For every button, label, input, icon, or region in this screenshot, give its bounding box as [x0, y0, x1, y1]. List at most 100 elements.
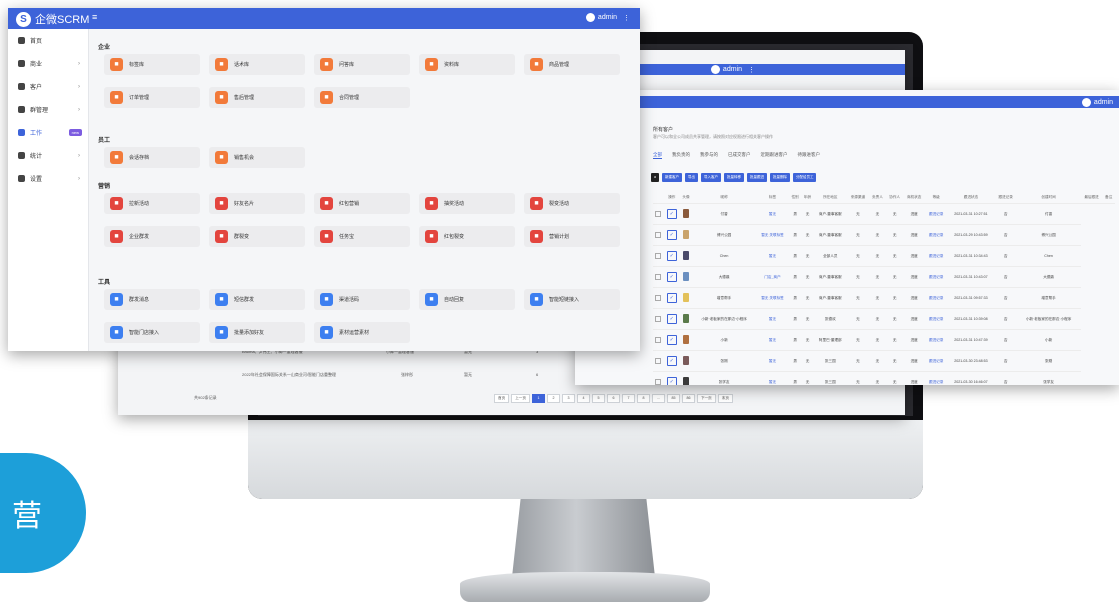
tab-1[interactable]: 我负责的 [672, 152, 690, 159]
feature-card[interactable]: ■ 短信群发 [209, 289, 305, 310]
tab-5[interactable]: 待跟进客户 [798, 152, 821, 159]
checkbox[interactable] [655, 294, 662, 301]
feature-card[interactable]: ■ 商品管理 [524, 54, 620, 75]
menu-toggle-icon[interactable]: ≡ [92, 12, 97, 22]
checkbox[interactable] [655, 315, 662, 322]
feature-card[interactable]: ■ 裂变活动 [524, 193, 620, 214]
edit-icon[interactable]: ✓ [666, 209, 677, 219]
row-action[interactable]: ✓ [663, 224, 680, 246]
customer-admin-menu[interactable]: admin [1081, 98, 1113, 107]
page-button[interactable]: 8 [636, 394, 650, 403]
more-icon[interactable]: ⋮ [748, 66, 755, 74]
row-checkbox[interactable] [653, 350, 664, 372]
feature-card[interactable]: ■ 渠道活码 [314, 289, 410, 310]
row-action[interactable]: ✓ [663, 350, 680, 372]
table-cell[interactable]: 暂无 [756, 350, 789, 372]
sidebar-item[interactable]: 商业 › [8, 52, 88, 75]
edit-icon[interactable]: ✓ [666, 314, 677, 324]
page-button[interactable]: 86 [681, 394, 695, 403]
feature-card[interactable]: ■ 企业群发 [104, 226, 200, 247]
row-action[interactable]: ✓ [663, 329, 680, 351]
tab-4[interactable]: 近期跟进客户 [761, 152, 788, 159]
feature-card[interactable]: ■ 话术库 [209, 54, 305, 75]
edit-icon[interactable]: ✓ [666, 377, 677, 385]
row-checkbox[interactable] [653, 203, 664, 225]
table-row[interactable]: ✓ 大德鼎 门店_商户男无商户-董事客服无无无进度 跟进记录 2021-03-31 10… [653, 266, 1115, 288]
table-cell[interactable]: 暂无 关联标签 [756, 287, 789, 309]
feature-card[interactable]: ■ 批量添加好友 [209, 322, 305, 343]
page-button[interactable]: 5 [591, 394, 605, 403]
edit-icon[interactable]: ✓ [666, 335, 677, 345]
table-cell[interactable]: 跟进记录 [925, 350, 948, 372]
more-icon[interactable]: ⋮ [623, 14, 630, 22]
feature-card[interactable]: ■ 问答库 [314, 54, 410, 75]
table-cell[interactable]: 跟进记录 [925, 371, 948, 385]
sidebar-item[interactable]: 群管理 › [8, 98, 88, 121]
back-admin-menu[interactable]: admin ⋮ [710, 65, 755, 74]
app-logo[interactable]: S 企微SCRM [16, 11, 89, 27]
feature-card[interactable]: ■ 售后管理 [209, 87, 305, 108]
table-row[interactable]: ✓ 付香 暂无男无商户-董事客服无无无进度 跟进记录 2021-03-31 10:27:… [653, 203, 1115, 225]
toolbar-button[interactable]: 批量删除 [769, 173, 790, 182]
page-button[interactable]: 7 [621, 394, 635, 403]
feature-card[interactable]: ■ 红包裂变 [419, 226, 515, 247]
table-row[interactable]: ✓ 张学友 暂无男无张三园无无无进度 跟进记录 2021-03-30 16:46:07 否… [653, 371, 1115, 385]
feature-card[interactable]: ■ 智能门店接入 [104, 322, 200, 343]
table-row[interactable]: ✓ 博兴公园 暂无 关联标签男无商户-董事客服无无无进度 跟进记录 2021-03-29… [653, 224, 1115, 246]
row-action[interactable]: ✓ [663, 371, 680, 385]
list-item-status[interactable]: 暂无 [464, 372, 472, 378]
toolbar-button[interactable]: 批量转移 [723, 173, 744, 182]
feature-card[interactable]: ■ 抽奖活动 [419, 193, 515, 214]
page-button[interactable]: 3 [561, 394, 575, 403]
toolbar-button[interactable]: 分配给员工 [792, 173, 817, 182]
sidebar-item[interactable]: 设置 › [8, 167, 88, 190]
feature-card[interactable]: ■ 群裂变 [209, 226, 305, 247]
checkbox[interactable] [655, 210, 662, 217]
table-cell[interactable]: 跟进记录 [925, 224, 948, 246]
checkbox[interactable] [655, 273, 662, 280]
table-row[interactable]: ✓ 增意帮手 暂无 关联标签男无商户-董事客服无无无进度 跟进记录 2021-03-31… [653, 287, 1115, 309]
table-row[interactable]: ✓ 小新·老板家的在那边·小程序 暂无男无张德欢无无无进度 跟进记录 2021-03-3… [653, 308, 1115, 330]
page-button[interactable]: 上一页 [511, 394, 530, 403]
row-action[interactable]: ✓ [663, 287, 680, 309]
page-button[interactable]: 末页 [717, 394, 733, 403]
page-button[interactable]: 下一页 [696, 394, 716, 403]
table-cell[interactable]: 门店_商户 [756, 266, 789, 288]
row-action[interactable]: ✓ [663, 203, 680, 225]
tab-2[interactable]: 我参与的 [700, 152, 718, 159]
row-checkbox[interactable] [653, 266, 664, 288]
edit-icon[interactable]: ✓ [666, 293, 677, 303]
row-action[interactable]: ✓ [663, 245, 680, 267]
feature-card[interactable]: ■ 好友名片 [209, 193, 305, 214]
feature-card[interactable]: ■ 会话存档 [104, 147, 200, 168]
table-cell[interactable]: 暂无 [756, 371, 789, 385]
table-row[interactable]: ✓ Chen 暂无男无全部人员无无无进度 跟进记录 2021-03-31 10:34:4… [653, 245, 1115, 267]
sidebar-item[interactable]: 统计 › [8, 144, 88, 167]
feature-card[interactable]: ■ 营销计划 [524, 226, 620, 247]
table-cell[interactable]: 跟进记录 [925, 245, 948, 267]
table-cell[interactable]: 跟进记录 [925, 203, 948, 225]
sidebar-item[interactable]: 客户 › [8, 75, 88, 98]
toolbar-button[interactable]: a [651, 173, 659, 182]
row-checkbox[interactable] [653, 308, 664, 330]
checkbox[interactable] [655, 357, 662, 364]
page-button[interactable]: 2 [546, 394, 560, 403]
edit-icon[interactable]: ✓ [666, 251, 677, 261]
row-checkbox[interactable] [653, 287, 664, 309]
table-cell[interactable]: 跟进记录 [925, 329, 948, 351]
page-button[interactable]: 4 [576, 394, 590, 403]
table-cell[interactable]: 暂无 [756, 329, 789, 351]
checkbox[interactable] [655, 252, 662, 259]
toolbar-button[interactable]: 导出 [684, 173, 698, 182]
edit-icon[interactable]: ✓ [666, 230, 677, 240]
table-row[interactable]: ✓ 张刚 暂无男无张三园无无无进度 跟进记录 2021-03-30 23:48:53 否张… [653, 350, 1115, 372]
admin-menu[interactable]: admin ⋮ [585, 13, 630, 22]
row-action[interactable]: ✓ [663, 266, 680, 288]
feature-card[interactable]: ■ 自动回复 [419, 289, 515, 310]
row-checkbox[interactable] [653, 371, 664, 385]
page-button[interactable]: 85 [666, 394, 680, 403]
row-action[interactable]: ✓ [663, 308, 680, 330]
table-cell[interactable]: 暂无 [756, 245, 789, 267]
table-row[interactable]: ✓ 小新 暂无男无阿里巴·董理部无无无进度 跟进记录 2021-03-31 10:47:… [653, 329, 1115, 351]
table-cell[interactable]: 暂无 [756, 203, 789, 225]
